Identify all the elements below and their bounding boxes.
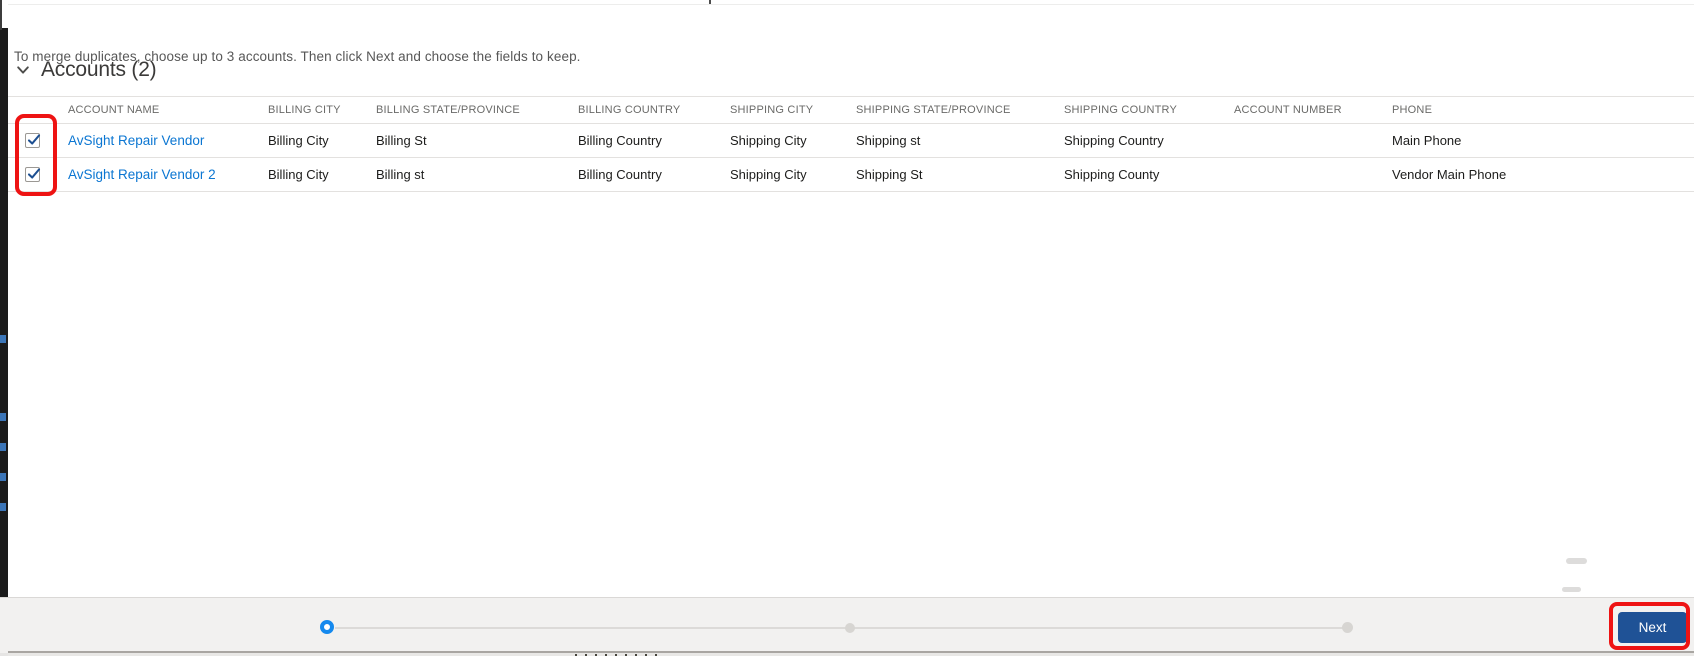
- column-header-shipping-city: SHIPPING CITY: [730, 96, 856, 124]
- shipping-city-cell: Shipping City: [730, 123, 856, 158]
- duplicate-accounts-table: ACCOUNT NAME BILLING CITY BILLING STATE/…: [8, 96, 1694, 192]
- section-title: Accounts (2): [41, 58, 157, 81]
- account-link[interactable]: AvSight Repair Vendor: [68, 133, 204, 148]
- select-column-header: [8, 96, 68, 124]
- progress-step-3-icon: [1342, 622, 1353, 633]
- phone-cell: Vendor Main Phone: [1392, 157, 1694, 192]
- check-icon: [27, 168, 41, 179]
- background-edge-tick: [0, 413, 6, 421]
- chevron-down-icon[interactable]: [16, 63, 30, 77]
- table-header-row: ACCOUNT NAME BILLING CITY BILLING STATE/…: [8, 96, 1694, 124]
- shipping-city-cell: Shipping City: [730, 157, 856, 192]
- column-header-shipping-country: SHIPPING COUNTRY: [1064, 96, 1234, 124]
- column-header-billing-city: BILLING CITY: [268, 96, 376, 124]
- column-header-phone: PHONE: [1392, 96, 1694, 124]
- merge-duplicates-dialog: To merge duplicates, choose up to 3 acco…: [0, 0, 1694, 656]
- shipping-state-cell: Shipping St: [856, 157, 1064, 192]
- top-divider: [8, 4, 1694, 5]
- scroll-artifact: [1562, 587, 1581, 592]
- background-edge-tick: [0, 335, 6, 343]
- account-number-cell: [1234, 157, 1392, 192]
- background-edge-tick: [0, 443, 6, 451]
- account-number-cell: [1234, 123, 1392, 158]
- account-link[interactable]: AvSight Repair Vendor 2: [68, 167, 216, 182]
- background-page-edge: [0, 28, 8, 597]
- billing-state-cell: Billing st: [376, 157, 578, 192]
- table-row: AvSight Repair Vendor 2 Billing City Bil…: [8, 157, 1694, 192]
- account-name-cell: AvSight Repair Vendor: [68, 123, 268, 158]
- billing-country-cell: Billing Country: [578, 123, 730, 158]
- background-edge-tick: [0, 473, 6, 481]
- column-header-shipping-state: SHIPPING STATE/PROVINCE: [856, 96, 1064, 124]
- background-edge-tick: [0, 503, 6, 511]
- account-name-cell: AvSight Repair Vendor 2: [68, 157, 268, 192]
- shipping-country-cell: Shipping County: [1064, 157, 1234, 192]
- shipping-country-cell: Shipping Country: [1064, 123, 1234, 158]
- column-header-billing-country: BILLING COUNTRY: [578, 96, 730, 124]
- scroll-artifact: [1566, 558, 1587, 564]
- top-edge-artifact: [709, 0, 711, 4]
- row-checkbox[interactable]: [25, 133, 41, 148]
- table-row: AvSight Repair Vendor Billing City Billi…: [8, 123, 1694, 158]
- progress-step-1-active-icon: [320, 620, 334, 634]
- row-checkbox[interactable]: [25, 167, 41, 182]
- column-header-account-number: ACCOUNT NUMBER: [1234, 96, 1392, 124]
- billing-city-cell: Billing City: [268, 123, 376, 158]
- check-icon: [27, 134, 41, 145]
- accounts-section-toggle[interactable]: Accounts (2): [16, 56, 157, 84]
- dialog-footer: Next: [0, 597, 1694, 653]
- progress-track: [335, 627, 1347, 629]
- phone-cell: Main Phone: [1392, 123, 1694, 158]
- background-page-edge-line: [0, 0, 2, 30]
- row-select-cell: [8, 123, 68, 158]
- bottom-edge-strip: [8, 651, 1694, 656]
- column-header-billing-state: BILLING STATE/PROVINCE: [376, 96, 578, 124]
- progress-step-2-icon: [845, 623, 855, 633]
- billing-country-cell: Billing Country: [578, 157, 730, 192]
- billing-state-cell: Billing St: [376, 123, 578, 158]
- shipping-state-cell: Shipping st: [856, 123, 1064, 158]
- column-header-account-name: ACCOUNT NAME: [68, 96, 268, 124]
- row-select-cell: [8, 157, 68, 192]
- billing-city-cell: Billing City: [268, 157, 376, 192]
- next-button[interactable]: Next: [1618, 612, 1687, 643]
